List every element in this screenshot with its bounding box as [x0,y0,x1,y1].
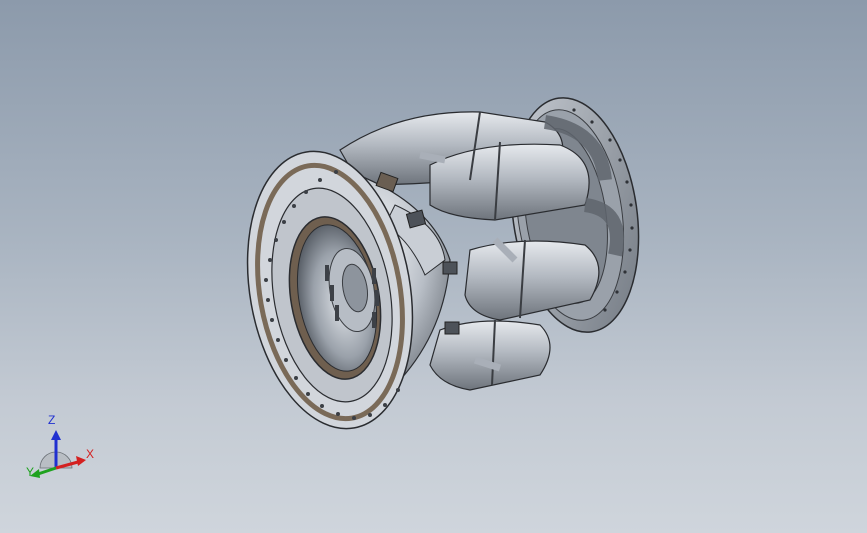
y-axis-label: Y [26,465,35,479]
3d-viewport[interactable]: Z X Y [0,0,867,533]
coordinate-triad: Z X Y [20,410,100,490]
x-axis-label: X [86,447,95,461]
z-axis-label: Z [48,413,56,427]
turbine-model[interactable] [0,0,867,533]
